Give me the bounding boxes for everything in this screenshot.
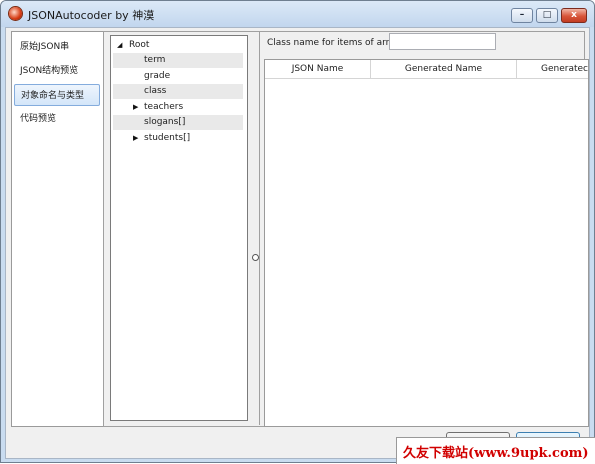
collapse-triangle-icon[interactable]: ◢	[117, 38, 122, 53]
tree-item-label: students[]	[144, 133, 191, 143]
client-area: 原始JSON串 JSON结构预览 对象命名与类型 代码预览 ◢ Root ter…	[5, 27, 590, 459]
column-header-json-name[interactable]: JSON Name	[265, 60, 371, 79]
nav-item-json-structure[interactable]: JSON结构预览	[14, 60, 100, 82]
tree-item[interactable]: slogans[]	[113, 115, 243, 130]
app-window: JSONAutocoder by 神漠 – □ x 原始JSON串 JSON结构…	[0, 0, 595, 463]
nav-item-object-naming[interactable]: 对象命名与类型	[14, 84, 100, 106]
watermark: 久友下载站(www.9upk.com)	[396, 437, 595, 464]
expand-triangle-icon[interactable]: ▶	[133, 100, 138, 115]
panel-divider	[259, 31, 260, 425]
title-bar[interactable]: JSONAutocoder by 神漠 – □ x	[1, 1, 594, 27]
nav-item-code-preview[interactable]: 代码预览	[14, 108, 100, 130]
tree-item[interactable]: term	[113, 53, 243, 68]
class-name-label: Class name for items of array	[267, 38, 401, 48]
tree-item[interactable]: class	[113, 84, 243, 99]
class-name-input[interactable]	[389, 33, 496, 50]
maximize-icon: □	[542, 10, 552, 20]
tree-item-label: teachers	[144, 102, 184, 112]
tree-item[interactable]: ▶ teachers	[113, 100, 243, 115]
minimize-icon: –	[519, 10, 525, 20]
naming-table[interactable]: JSON Name Generated Name Generatec	[264, 59, 589, 427]
tree-item-label: term	[144, 55, 166, 65]
tree-root[interactable]: ◢ Root	[113, 38, 243, 53]
close-icon: x	[571, 10, 577, 20]
json-tree[interactable]: ◢ Root term grade class ▶ teachers sloga…	[110, 35, 248, 421]
column-header-generated-type[interactable]: Generatec	[517, 60, 588, 79]
step-nav: 原始JSON串 JSON结构预览 对象命名与类型 代码预览	[11, 31, 105, 427]
maximize-button[interactable]: □	[536, 8, 558, 23]
splitter-handle[interactable]	[252, 254, 259, 261]
expand-triangle-icon[interactable]: ▶	[133, 131, 138, 146]
tree-item[interactable]: ▶ students[]	[113, 131, 243, 146]
nav-item-raw-json[interactable]: 原始JSON串	[14, 36, 100, 58]
minimize-button[interactable]: –	[511, 8, 533, 23]
tree-item-label: class	[144, 86, 167, 96]
watermark-text: 久友下载站(www.9upk.com)	[403, 446, 589, 461]
tree-item-label: grade	[144, 71, 171, 81]
column-header-generated-name[interactable]: Generated Name	[371, 60, 517, 79]
close-button[interactable]: x	[561, 8, 587, 23]
tree-item[interactable]: grade	[113, 69, 243, 84]
tree-root-label: Root	[129, 40, 150, 50]
app-logo-icon	[9, 7, 22, 20]
tree-item-label: slogans[]	[144, 117, 186, 127]
window-title: JSONAutocoder by 神漠	[28, 9, 155, 22]
